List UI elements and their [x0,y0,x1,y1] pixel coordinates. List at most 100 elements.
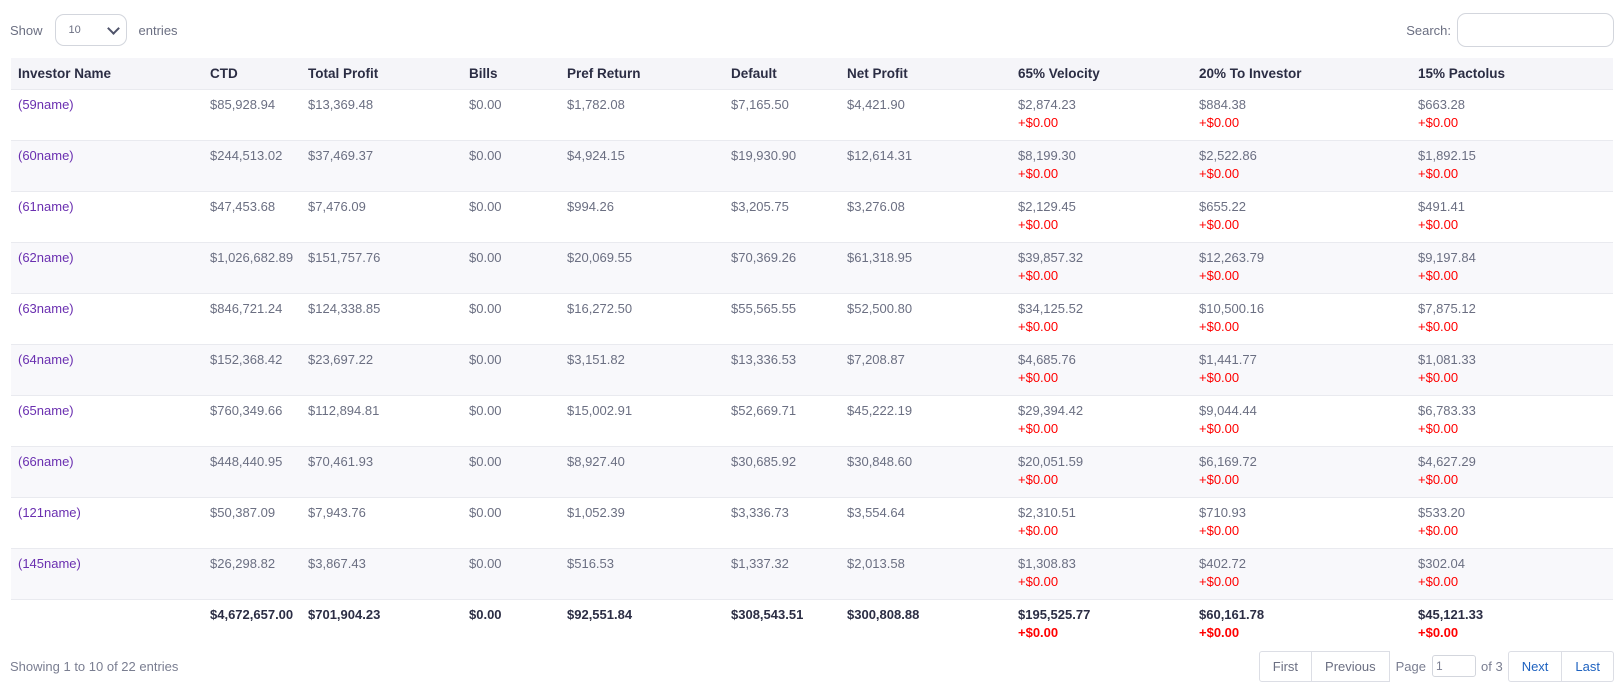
delta-value: +$0.00 [1418,574,1459,589]
table-row: (121name) $50,387.09 $7,943.76 $0.00 $1,052.… [11,497,1613,549]
table-body: (59name) $85,928.94 $13,369.48 $0.00 $1,782.… [11,89,1613,600]
investor-name-cell[interactable]: (60name) [11,140,203,192]
default-cell: $30,685.92 [724,446,840,498]
pactolus-cell: $9,197.84 +$0.00 [1411,242,1613,294]
delta-value: +$0.00 [1018,523,1059,538]
column-header-bills[interactable]: Bills [462,58,560,90]
cell-value: $55,565.55 [731,301,797,316]
previous-page-button[interactable]: Previous [1312,650,1390,682]
column-header-total-profit[interactable]: Total Profit [301,58,462,90]
default-cell: $3,336.73 [724,497,840,549]
cell-value: $20,051.59 [1018,454,1084,469]
column-header-velocity[interactable]: 65% Velocity [1011,58,1192,90]
pactolus-cell: $1,892.15 +$0.00 [1411,140,1613,192]
delta-value: +$0.00 [1199,217,1240,232]
column-header-pactolus[interactable]: 15% Pactolus [1411,58,1613,90]
page-length-control: Show 10 entries [10,14,178,46]
table-footer: Showing 1 to 10 of 22 entries First Prev… [10,650,1614,682]
ctd-cell: $152,368.42 [203,344,301,396]
pref-return-cell: $1,782.08 [560,89,724,141]
pref-return-cell: $16,272.50 [560,293,724,345]
delta-value: +$0.00 [1199,625,1240,640]
velocity-cell: $1,308.83 +$0.00 [1011,548,1192,600]
pagination: First Previous Page 1 of 3 Next Last [1258,650,1614,682]
default-cell: $52,669.71 [724,395,840,447]
investor-name-link[interactable]: (59name) [18,97,74,112]
investor-name-cell[interactable]: (145name) [11,548,203,600]
cell-value: $26,298.82 [210,556,276,571]
delta-value: +$0.00 [1418,370,1459,385]
cell-value: $846,721.24 [210,301,283,316]
cell-value: $60,161.78 [1199,607,1265,622]
cell-value: $710.93 [1199,505,1246,520]
table-row: (59name) $85,928.94 $13,369.48 $0.00 $1,782.… [11,89,1613,141]
investor-name-cell[interactable]: (59name) [11,89,203,141]
investor-name-cell[interactable]: (63name) [11,293,203,345]
cell-value: $52,669.71 [731,403,797,418]
investor-name-cell[interactable]: (121name) [11,497,203,549]
delta-value: +$0.00 [1018,217,1059,232]
cell-value: $50,387.09 [210,505,276,520]
investor-name-cell[interactable]: (62name) [11,242,203,294]
ctd-cell: $760,349.66 [203,395,301,447]
cell-value: $152,368.42 [210,352,283,367]
investor-name-link[interactable]: (61name) [18,199,74,214]
net-profit-cell: $3,276.08 [840,191,1011,243]
default-cell: $70,369.26 [724,242,840,294]
cell-value: $3,151.82 [567,352,625,367]
net-profit-cell: $30,848.60 [840,446,1011,498]
cell-value: $1,081.33 [1418,352,1476,367]
ctd-cell: $47,453.68 [203,191,301,243]
last-page-button[interactable]: Last [1562,650,1614,682]
delta-value: +$0.00 [1199,268,1240,283]
investor-name-cell[interactable]: (65name) [11,395,203,447]
total-profit-cell: $112,894.81 [301,395,462,447]
column-header-net-profit[interactable]: Net Profit [840,58,1011,90]
page-length-select[interactable]: 10 [54,14,127,46]
investor-name-link[interactable]: (62name) [18,250,74,265]
cell-value: $16,272.50 [567,301,633,316]
column-header-pref-return[interactable]: Pref Return [560,58,724,90]
investor-name-cell[interactable]: (61name) [11,191,203,243]
search-input[interactable] [1457,13,1614,47]
column-header-to-investor[interactable]: 20% To Investor [1192,58,1411,90]
investor-name-link[interactable]: (145name) [18,556,81,571]
investor-name-link[interactable]: (64name) [18,352,74,367]
cell-value: $0.00 [469,301,502,316]
net-profit-cell: $12,614.31 [840,140,1011,192]
investor-name-link[interactable]: (66name) [18,454,74,469]
show-label: Show [10,22,43,38]
investor-name-link[interactable]: (63name) [18,301,74,316]
page-length-value: 10 [68,24,81,36]
cell-value: $884.38 [1199,97,1246,112]
table-row: (66name) $448,440.95 $70,461.93 $0.00 $8,927… [11,446,1613,498]
table-row: (60name) $244,513.02 $37,469.37 $0.00 $4,924… [11,140,1613,192]
cell-value: $39,857.32 [1018,250,1084,265]
first-page-button[interactable]: First [1258,650,1313,682]
investor-name-cell[interactable]: (64name) [11,344,203,396]
cell-value: $0.00 [469,352,502,367]
table-row: (64name) $152,368.42 $23,697.22 $0.00 $3,151… [11,344,1613,396]
velocity-cell: $34,125.52 +$0.00 [1011,293,1192,345]
investor-name-link[interactable]: (121name) [18,505,81,520]
delta-value: +$0.00 [1018,574,1059,589]
cell-value: $47,453.68 [210,199,276,214]
bills-cell: $0.00 [462,344,560,396]
next-page-button[interactable]: Next [1507,650,1563,682]
default-cell: $7,165.50 [724,89,840,141]
investor-name-link[interactable]: (65name) [18,403,74,418]
cell-value: $10,500.16 [1199,301,1265,316]
cell-value: $7,165.50 [731,97,789,112]
page-number-input[interactable]: 1 [1432,655,1476,677]
cell-value: $2,129.45 [1018,199,1076,214]
column-header-ctd[interactable]: CTD [203,58,301,90]
delta-value: +$0.00 [1018,625,1059,640]
investor-name-link[interactable]: (60name) [18,148,74,163]
net-profit-cell: $61,318.95 [840,242,1011,294]
investor-name-cell[interactable]: (66name) [11,446,203,498]
net-profit-cell: $300,808.88 [840,599,1011,642]
column-header-investor-name[interactable]: Investor Name [11,58,203,90]
cell-value: $0.00 [469,199,502,214]
table-controls: Show 10 entries Search: [10,13,1614,47]
column-header-default[interactable]: Default [724,58,840,90]
